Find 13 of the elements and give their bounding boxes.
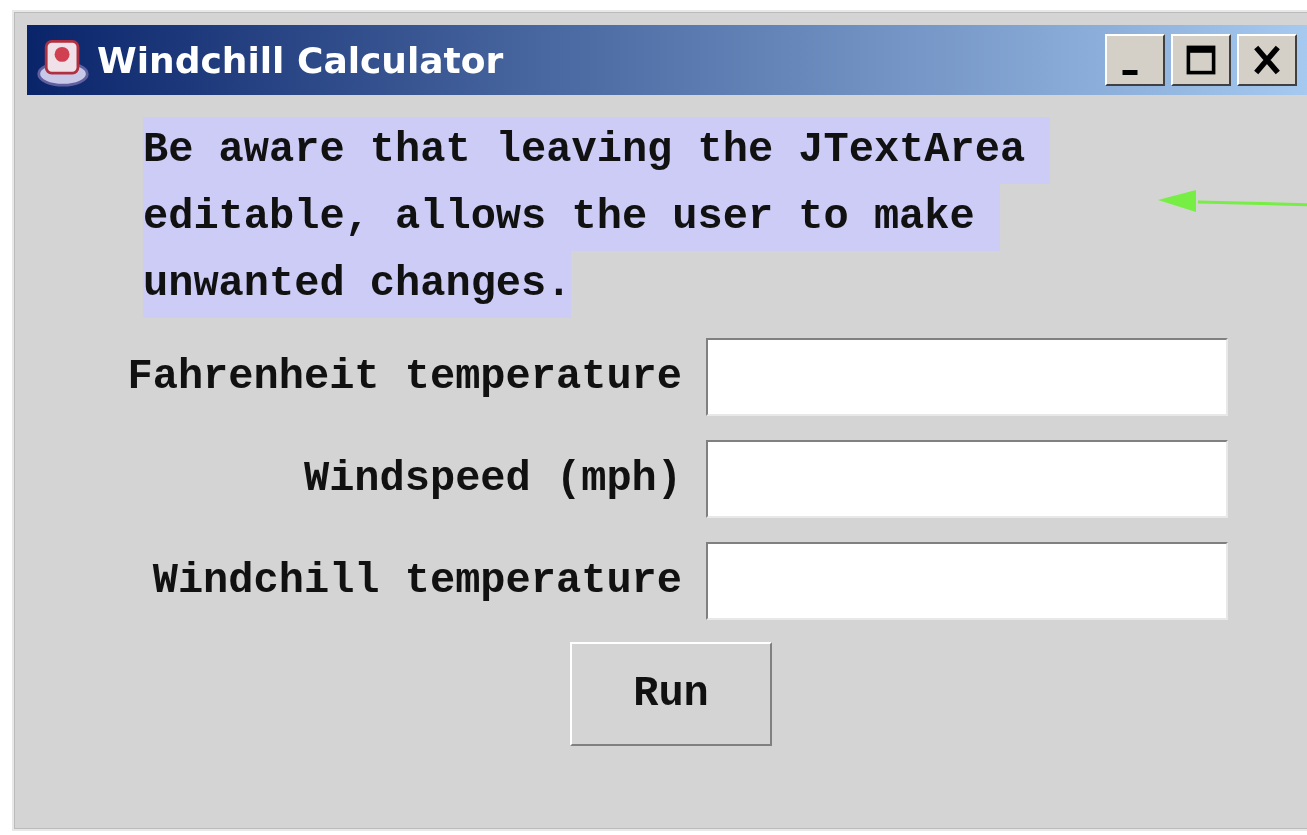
field-label: Windchill temperature <box>151 557 682 605</box>
field-label: Fahrenheit temperature <box>126 353 682 401</box>
window-title: Windchill Calculator <box>97 39 505 81</box>
input-field[interactable] <box>706 440 1228 518</box>
field-label: Windspeed (mph) <box>302 455 682 503</box>
close-button[interactable] <box>1237 34 1297 86</box>
text-area[interactable]: Be aware that leaving the JTextArea editable, allows the user to make unwanted changes. <box>143 117 1051 318</box>
run-button[interactable]: Run <box>570 642 772 746</box>
minimize-icon <box>1122 69 1138 75</box>
input-field[interactable] <box>706 338 1228 416</box>
minimize-button[interactable] <box>1105 34 1165 86</box>
input-field[interactable] <box>706 542 1228 620</box>
maximize-button[interactable] <box>1171 34 1231 86</box>
